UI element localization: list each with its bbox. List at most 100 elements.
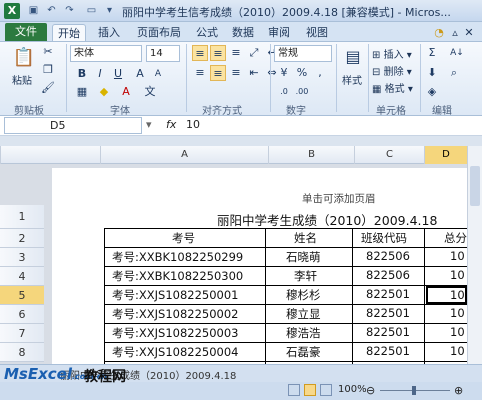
- autosum-button[interactable]: Σ: [424, 45, 440, 61]
- table-cell[interactable]: 822506: [366, 268, 410, 282]
- column-header-b[interactable]: B: [268, 146, 354, 164]
- table-cell[interactable]: 穆浩浩: [286, 325, 321, 341]
- tab-data[interactable]: 数据: [226, 24, 260, 41]
- copy-icon[interactable]: ❐: [40, 62, 56, 78]
- cancel-icon[interactable]: ▾: [146, 118, 160, 131]
- tab-insert[interactable]: 插入: [92, 24, 126, 41]
- find-icon[interactable]: ⌕: [446, 65, 462, 81]
- header-hint[interactable]: 单击可添加页眉: [302, 191, 376, 206]
- styles-icon[interactable]: ▤: [342, 46, 364, 68]
- normal-view-icon[interactable]: [288, 384, 300, 396]
- format-cells-button[interactable]: ▦ 格式 ▾: [372, 80, 413, 95]
- row-header[interactable]: 6: [0, 305, 44, 324]
- row-header[interactable]: 8: [0, 343, 44, 362]
- tab-file[interactable]: 文件: [5, 23, 47, 41]
- text-orientation-icon[interactable]: ⤢: [246, 45, 262, 61]
- table-cell[interactable]: 考号:XXJS1082250002: [112, 306, 239, 322]
- table-cell[interactable]: 石晓萌: [286, 249, 321, 265]
- fill-button[interactable]: ⬇: [424, 65, 440, 81]
- decrease-indent-icon[interactable]: ⇤: [246, 65, 262, 81]
- table-cell[interactable]: 石磊豪: [286, 344, 321, 360]
- active-cell-d5[interactable]: 10: [426, 286, 467, 304]
- table-cell[interactable]: 10: [450, 325, 465, 339]
- align-right-icon[interactable]: ≡: [228, 65, 244, 81]
- phonetic-icon[interactable]: 文: [142, 84, 158, 100]
- styles-button[interactable]: 样式: [342, 72, 362, 87]
- undo-icon[interactable]: ↶: [44, 4, 59, 18]
- font-size-select[interactable]: 14: [146, 45, 180, 62]
- table-cell[interactable]: 考号:XXJS1082250004: [112, 344, 239, 360]
- increase-font-icon[interactable]: A: [132, 66, 148, 82]
- row-header[interactable]: 1: [0, 205, 44, 229]
- tab-page-layout[interactable]: 页面布局: [130, 24, 188, 41]
- currency-icon[interactable]: ¥: [276, 65, 292, 81]
- window-close-icon[interactable]: ✕: [462, 24, 476, 41]
- table-cell[interactable]: 考号:XXBK1082250300: [112, 268, 243, 284]
- italic-button[interactable]: I: [92, 66, 108, 82]
- insert-cells-button[interactable]: ⊞ 插入 ▾: [372, 46, 412, 61]
- page-layout-view-icon[interactable]: [304, 384, 316, 396]
- font-color-icon[interactable]: A: [118, 84, 134, 100]
- help-icon[interactable]: ◔: [432, 24, 446, 41]
- format-painter-icon[interactable]: 🖌: [40, 80, 56, 96]
- font-name-select[interactable]: 宋体: [70, 45, 142, 62]
- tab-home[interactable]: 开始: [52, 24, 86, 41]
- table-cell[interactable]: 穆立显: [286, 306, 321, 322]
- table-cell[interactable]: 10: [450, 249, 465, 263]
- cut-icon[interactable]: ✂: [40, 44, 56, 60]
- tab-review[interactable]: 审阅: [262, 24, 296, 41]
- table-cell[interactable]: 822506: [366, 249, 410, 263]
- table-cell[interactable]: 822501: [366, 325, 410, 339]
- table-cell[interactable]: 822501: [366, 306, 410, 320]
- row-header[interactable]: 4: [0, 267, 44, 286]
- number-format-select[interactable]: 常规: [274, 45, 332, 62]
- fx-button[interactable]: fx: [166, 118, 176, 131]
- align-left-icon[interactable]: ≡: [192, 65, 208, 81]
- bold-button[interactable]: B: [74, 66, 90, 82]
- comma-button[interactable]: ,: [312, 65, 328, 81]
- formula-input[interactable]: 10: [186, 118, 200, 131]
- header-cell[interactable]: 考号: [172, 230, 195, 246]
- tab-formulas[interactable]: 公式: [190, 24, 224, 41]
- header-cell[interactable]: 姓名: [294, 230, 317, 246]
- column-header-a[interactable]: A: [100, 146, 268, 164]
- page-break-view-icon[interactable]: [320, 384, 332, 396]
- name-box[interactable]: D5: [4, 117, 142, 134]
- table-cell[interactable]: 10: [450, 268, 465, 282]
- table-cell[interactable]: 822501: [366, 287, 410, 301]
- row-header[interactable]: 2: [0, 229, 44, 248]
- align-center-icon[interactable]: ≡: [210, 65, 226, 81]
- redo-icon[interactable]: ↷: [62, 4, 77, 18]
- column-header-d[interactable]: D: [424, 146, 467, 164]
- table-cell[interactable]: 考号:XXJS1082250001: [112, 287, 239, 303]
- row-header[interactable]: 7: [0, 324, 44, 343]
- table-cell[interactable]: 10: [450, 344, 465, 358]
- row-header[interactable]: 3: [0, 248, 44, 267]
- minimize-ribbon-icon[interactable]: ▵: [448, 24, 462, 41]
- align-middle-icon[interactable]: ≡: [210, 45, 226, 61]
- save-icon[interactable]: ▣: [26, 4, 41, 18]
- header-cell[interactable]: 总分: [444, 230, 467, 246]
- row-header-selected[interactable]: 5: [0, 286, 44, 305]
- tab-view[interactable]: 视图: [300, 24, 334, 41]
- clear-button[interactable]: ◈: [424, 84, 440, 100]
- table-cell[interactable]: 考号:XXJS1082250003: [112, 325, 239, 341]
- folder-icon[interactable]: ▭: [84, 4, 99, 18]
- delete-cells-button[interactable]: ⊟ 删除 ▾: [372, 63, 412, 78]
- align-bottom-icon[interactable]: ≡: [228, 45, 244, 61]
- vertical-scrollbar[interactable]: [467, 146, 482, 364]
- zoom-slider-thumb[interactable]: [412, 386, 416, 395]
- increase-decimal-icon[interactable]: .0: [276, 84, 292, 100]
- zoom-in-icon[interactable]: ⊕: [454, 384, 463, 397]
- align-top-icon[interactable]: ≡: [192, 45, 208, 61]
- table-cell[interactable]: 穆杉杉: [286, 287, 321, 303]
- zoom-out-icon[interactable]: ⊖: [366, 384, 375, 397]
- paste-icon[interactable]: 📋: [12, 46, 36, 70]
- zoom-level[interactable]: 100%: [338, 384, 367, 395]
- dropdown-icon[interactable]: ▾: [102, 4, 117, 18]
- underline-button[interactable]: U: [110, 66, 126, 82]
- sort-filter-button[interactable]: A↓: [446, 45, 468, 61]
- paste-button[interactable]: 粘贴: [12, 72, 32, 87]
- border-icon[interactable]: ▦: [74, 84, 90, 100]
- table-cell[interactable]: 李轩: [294, 268, 317, 284]
